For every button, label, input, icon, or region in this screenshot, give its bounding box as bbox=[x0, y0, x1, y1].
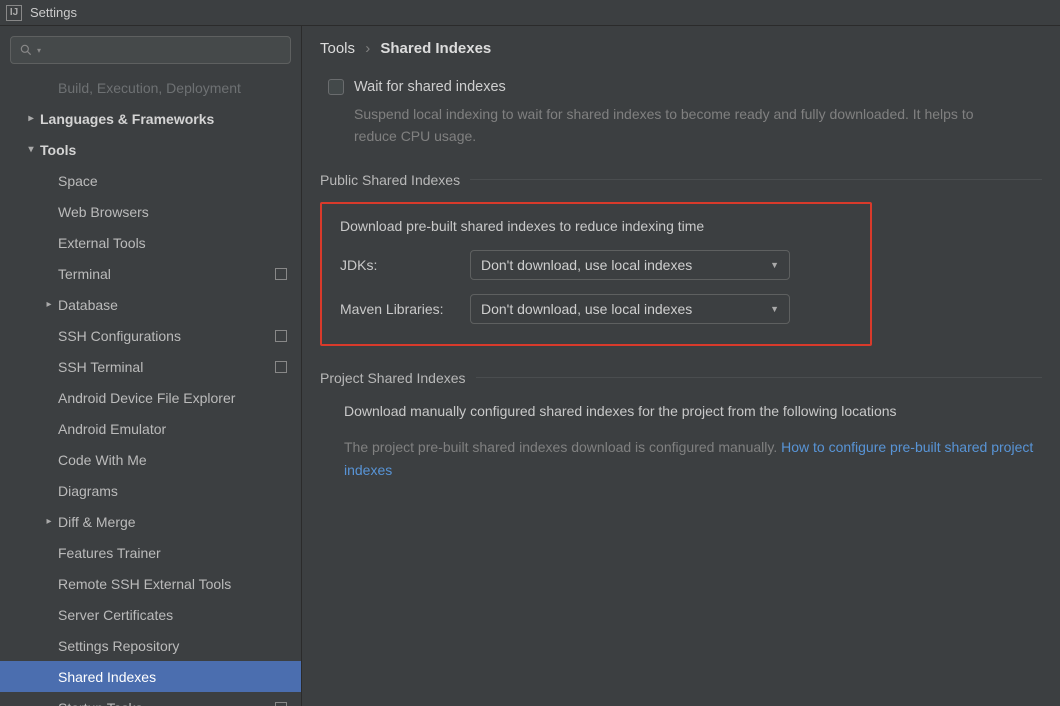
sidebar-item-shared-indexes[interactable]: Shared Indexes bbox=[0, 661, 301, 692]
public-row-1: Maven Libraries:Don't download, use loca… bbox=[340, 294, 852, 324]
breadcrumb-root[interactable]: Tools bbox=[320, 40, 355, 57]
sidebar-item-label: Server Certificates bbox=[58, 607, 173, 623]
sidebar-item-label: Database bbox=[58, 297, 118, 313]
sidebar-item-label: Web Browsers bbox=[58, 204, 149, 220]
search-input[interactable]: ▾ bbox=[10, 36, 291, 64]
settings-tree: Build, Execution, Deployment ▸Languages … bbox=[0, 72, 301, 706]
wait-checkbox-description: Suspend local indexing to wait for share… bbox=[354, 103, 994, 148]
sidebar-item-android-emulator[interactable]: Android Emulator bbox=[0, 413, 301, 444]
sidebar-item-languages-frameworks[interactable]: ▸Languages & Frameworks bbox=[0, 103, 301, 134]
dropdown-value: Don't download, use local indexes bbox=[481, 301, 692, 317]
sidebar-item-label: SSH Configurations bbox=[58, 328, 181, 344]
public-row-label: Maven Libraries: bbox=[340, 301, 466, 317]
project-scope-icon bbox=[275, 268, 287, 280]
wait-checkbox-label: Wait for shared indexes bbox=[354, 79, 506, 95]
sidebar-item-label: Diff & Merge bbox=[58, 514, 136, 530]
sidebar-item-label: Tools bbox=[40, 142, 76, 158]
sidebar-item-label: Code With Me bbox=[58, 452, 147, 468]
dropdown-value: Don't download, use local indexes bbox=[481, 257, 692, 273]
search-icon bbox=[19, 43, 33, 57]
sidebar-item-label: Build, Execution, Deployment bbox=[58, 80, 241, 96]
sidebar-item-label: Shared Indexes bbox=[58, 669, 156, 685]
sidebar-item-remote-ssh-external-tools[interactable]: Remote SSH External Tools bbox=[0, 568, 301, 599]
sidebar-item-web-browsers[interactable]: Web Browsers bbox=[0, 196, 301, 227]
chevron-down-icon: ▼ bbox=[770, 260, 779, 270]
sidebar-item-label: Android Emulator bbox=[58, 421, 166, 437]
sidebar-item-label: External Tools bbox=[58, 235, 146, 251]
sidebar-item-label: Diagrams bbox=[58, 483, 118, 499]
project-section-note: The project pre-built shared indexes dow… bbox=[344, 436, 1042, 481]
sidebar-item-label: Startup Tasks bbox=[58, 700, 143, 706]
window-title: Settings bbox=[30, 5, 77, 20]
chevron-down-icon: ▼ bbox=[770, 304, 779, 314]
sidebar-item-code-with-me[interactable]: Code With Me bbox=[0, 444, 301, 475]
sidebar-item-label: Terminal bbox=[58, 266, 111, 282]
sidebar-item-terminal[interactable]: Terminal bbox=[0, 258, 301, 289]
breadcrumb-sep: › bbox=[365, 40, 370, 57]
sidebar-item-diff-merge[interactable]: ▸Diff & Merge bbox=[0, 506, 301, 537]
public-section-header: Public Shared Indexes bbox=[320, 172, 1042, 188]
project-note-text: The project pre-built shared indexes dow… bbox=[344, 439, 781, 455]
public-section-description: Download pre-built shared indexes to red… bbox=[340, 218, 852, 234]
public-section-title: Public Shared Indexes bbox=[320, 172, 460, 188]
sidebar-item-diagrams[interactable]: Diagrams bbox=[0, 475, 301, 506]
wait-checkbox-row: Wait for shared indexes bbox=[328, 79, 1042, 95]
app-icon: IJ bbox=[6, 5, 22, 21]
sidebar-item-tools[interactable]: ▾Tools bbox=[0, 134, 301, 165]
project-scope-icon bbox=[275, 361, 287, 373]
sidebar-item-label: SSH Terminal bbox=[58, 359, 143, 375]
sidebar-item-label: Languages & Frameworks bbox=[40, 111, 214, 127]
public-row-0: JDKs: Don't download, use local indexes ▼ bbox=[340, 250, 852, 280]
sidebar-item-label: Settings Repository bbox=[58, 638, 179, 654]
wait-checkbox[interactable] bbox=[328, 79, 344, 95]
sidebar-item-truncated[interactable]: Build, Execution, Deployment bbox=[0, 72, 301, 103]
breadcrumb: Tools › Shared Indexes bbox=[320, 40, 1042, 57]
sidebar-item-label: Features Trainer bbox=[58, 545, 161, 561]
chevron-right-icon: ▸ bbox=[22, 113, 40, 124]
sidebar-item-ssh-configurations[interactable]: SSH Configurations bbox=[0, 320, 301, 351]
sidebar-item-database[interactable]: ▸Database bbox=[0, 289, 301, 320]
settings-main: Tools › Shared Indexes Wait for shared i… bbox=[302, 26, 1060, 706]
public-row-label: JDKs: bbox=[340, 257, 466, 273]
public-indexes-highlight: Download pre-built shared indexes to red… bbox=[320, 202, 872, 346]
sidebar-item-android-device-file-explorer[interactable]: Android Device File Explorer bbox=[0, 382, 301, 413]
sidebar-item-features-trainer[interactable]: Features Trainer bbox=[0, 537, 301, 568]
sidebar-item-label: Remote SSH External Tools bbox=[58, 576, 231, 592]
project-section-header: Project Shared Indexes bbox=[320, 370, 1042, 386]
titlebar: IJ Settings bbox=[0, 0, 1060, 26]
sidebar-item-label: Space bbox=[58, 173, 98, 189]
sidebar-item-startup-tasks[interactable]: Startup Tasks bbox=[0, 692, 301, 706]
sidebar-item-external-tools[interactable]: External Tools bbox=[0, 227, 301, 258]
sidebar-item-space[interactable]: Space bbox=[0, 165, 301, 196]
search-dropdown-chev: ▾ bbox=[37, 46, 41, 55]
project-section-description: Download manually configured shared inde… bbox=[344, 400, 1042, 422]
sidebar-item-ssh-terminal[interactable]: SSH Terminal bbox=[0, 351, 301, 382]
chevron-right-icon: ▸ bbox=[40, 299, 58, 310]
public-row-dropdown[interactable]: Don't download, use local indexes ▼ bbox=[470, 294, 790, 324]
chevron-right-icon: ▸ bbox=[40, 516, 58, 527]
sidebar-item-label: Android Device File Explorer bbox=[58, 390, 235, 406]
divider bbox=[476, 377, 1042, 378]
public-row-dropdown[interactable]: Don't download, use local indexes ▼ bbox=[470, 250, 790, 280]
project-section-title: Project Shared Indexes bbox=[320, 370, 466, 386]
sidebar-item-server-certificates[interactable]: Server Certificates bbox=[0, 599, 301, 630]
project-scope-icon bbox=[275, 702, 287, 706]
sidebar-item-settings-repository[interactable]: Settings Repository bbox=[0, 630, 301, 661]
divider bbox=[470, 179, 1042, 180]
breadcrumb-leaf: Shared Indexes bbox=[380, 40, 491, 57]
settings-sidebar: ▾ Build, Execution, Deployment ▸Language… bbox=[0, 26, 302, 706]
project-scope-icon bbox=[275, 330, 287, 342]
container: ▾ Build, Execution, Deployment ▸Language… bbox=[0, 26, 1060, 706]
chevron-down-icon: ▾ bbox=[22, 144, 40, 155]
